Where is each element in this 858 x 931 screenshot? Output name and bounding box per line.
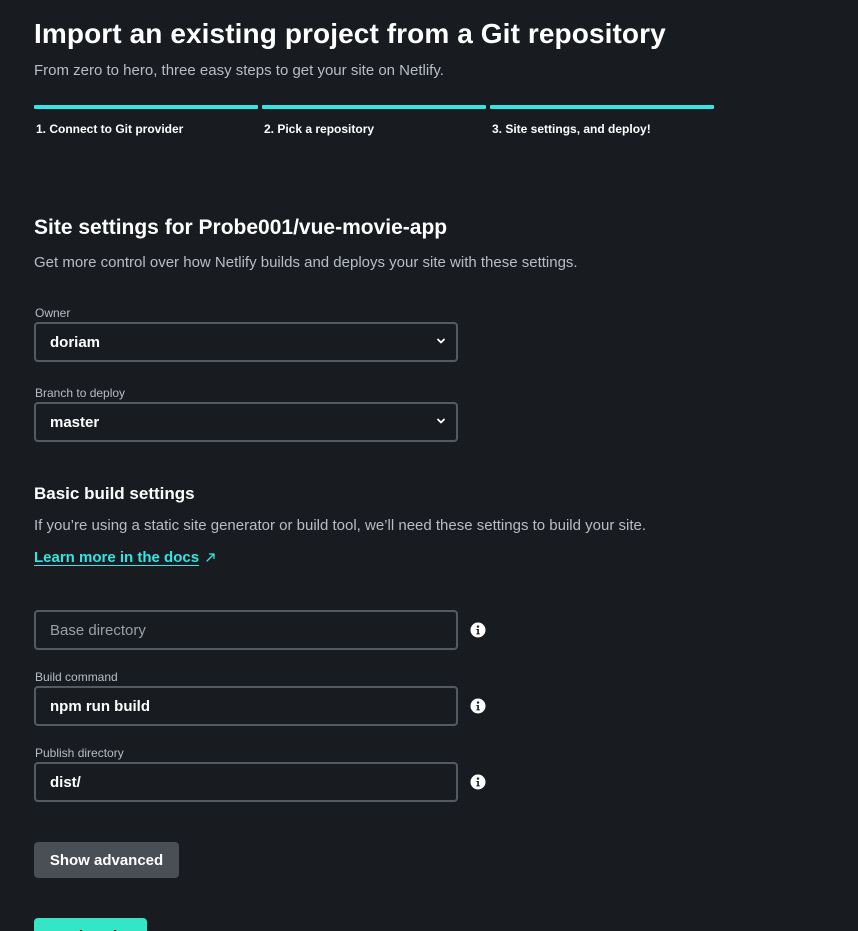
info-icon[interactable] (470, 622, 486, 638)
step-label: 1. Connect to Git provider (36, 122, 184, 136)
step-progress-bar (490, 105, 714, 109)
step-pick-repository: 2. Pick a repository (262, 105, 486, 136)
chevron-down-icon (437, 338, 445, 344)
step-label: 2. Pick a repository (264, 122, 375, 136)
owner-select[interactable]: doriam (34, 322, 458, 362)
build-command-input[interactable] (34, 686, 458, 726)
site-settings-description: Get more control over how Netlify builds… (34, 254, 578, 271)
owner-select-value: doriam (50, 333, 101, 351)
branch-select-value: master (50, 413, 100, 431)
page-subtitle: From zero to hero, three easy steps to g… (34, 62, 444, 79)
progress-steps: 1. Connect to Git provider 2. Pick a rep… (34, 105, 714, 136)
step-label: 3. Site settings, and deploy! (492, 122, 651, 136)
build-settings-description: If you’re using a static site generator … (34, 517, 647, 534)
info-icon[interactable] (470, 698, 486, 714)
external-link-icon (206, 553, 215, 562)
step-connect-git: 1. Connect to Git provider (34, 105, 258, 136)
base-directory-input[interactable] (34, 610, 458, 650)
step-site-settings: 3. Site settings, and deploy! (490, 105, 714, 136)
build-settings-title: Basic build settings (34, 484, 195, 503)
page-title: Import an existing project from a Git re… (34, 18, 666, 49)
site-settings-title: Site settings for Probe001/vue-movie-app (34, 216, 448, 239)
docs-link[interactable]: Learn more in the docs (34, 549, 216, 566)
import-project-page: Import an existing project from a Git re… (0, 0, 858, 931)
publish-directory-input[interactable] (34, 762, 458, 802)
docs-link-label: Learn more in the docs (34, 549, 200, 566)
info-icon[interactable] (470, 774, 486, 790)
branch-label: Branch to deploy (35, 386, 126, 400)
step-progress-bar (34, 105, 258, 109)
show-advanced-button[interactable]: Show advanced (34, 842, 179, 878)
owner-label: Owner (35, 306, 71, 320)
build-command-label: Build command (35, 670, 118, 684)
chevron-down-icon (437, 418, 445, 424)
publish-directory-label: Publish directory (35, 746, 124, 760)
deploy-site-button[interactable]: Deploy site (34, 918, 147, 931)
branch-select[interactable]: master (34, 402, 458, 442)
step-progress-bar (262, 105, 486, 109)
